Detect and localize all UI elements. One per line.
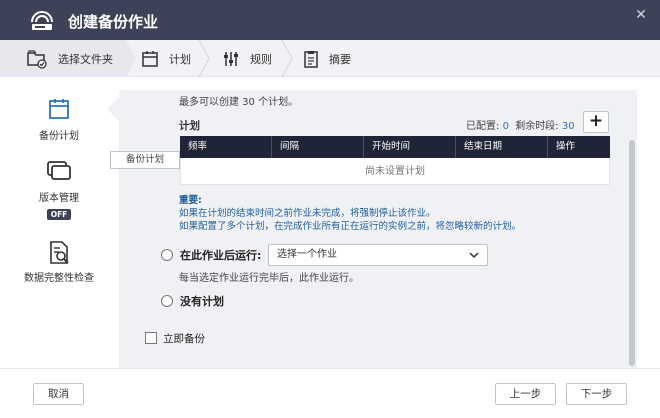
step-label: 计划	[169, 52, 191, 66]
panel-scrollbar[interactable]	[629, 140, 635, 366]
step-arrow-icon	[198, 40, 210, 77]
no-schedule-radio[interactable]	[161, 295, 173, 307]
important-line: 如果配置了多个计划，在完成作业所有正在运行的实例之前，将忽略较新的计划。	[179, 221, 522, 232]
step-arrow-icon	[126, 40, 136, 77]
versions-icon	[47, 161, 71, 180]
important-title: 重要:	[179, 195, 202, 206]
important-note: 重要: 如果在计划的结束时间之前作业未完成，将强制停止该作业。 如果配置了多个计…	[179, 194, 521, 233]
run-after-job-select[interactable]: 选择一个作业	[268, 244, 488, 266]
folder-check-icon	[27, 49, 47, 69]
step-label: 规则	[250, 52, 272, 66]
no-schedule-label: 没有计划	[180, 295, 224, 308]
column-header-start-time[interactable]: 开始时间	[364, 136, 456, 158]
column-header-interval[interactable]: 间隔	[272, 136, 364, 158]
step-select-folder[interactable]: 选择文件夹	[26, 40, 113, 77]
panel-pointer	[107, 97, 119, 121]
run-after-hint: 每当选定作业运行完毕后，此作业运行。	[179, 273, 359, 284]
sidebar: 备份计划 版本管理 OFF 数据完整性检查	[0, 77, 118, 367]
sidebar-item-label: 备份计划	[39, 131, 79, 142]
tooltip: 备份计划	[110, 151, 180, 169]
column-header-actions: 操作	[556, 141, 576, 152]
run-after-label: 在此作业后运行:	[180, 249, 262, 262]
remaining-value: 30	[561, 121, 575, 132]
important-line: 如果在计划的结束时间之前作业未完成，将强制停止该作业。	[179, 208, 436, 219]
clipboard-icon	[304, 50, 318, 68]
title-bar: 创建备份作业 ✕	[0, 0, 660, 40]
sidebar-item-label: 版本管理	[39, 193, 79, 204]
schedule-table: 频率 间隔 开始时间 结束日期 操作 尚未设置计划	[180, 136, 610, 185]
schedule-limit-text: 最多可以创建 30 个计划。	[179, 97, 299, 108]
sliders-icon	[224, 51, 238, 66]
next-button[interactable]: 下一步	[566, 383, 627, 405]
backup-now-checkbox[interactable]	[145, 332, 157, 344]
footer-divider	[0, 368, 660, 369]
sidebar-item-data-integrity-check[interactable]: 数据完整性检查	[0, 240, 118, 286]
column-header-frequency[interactable]: 频率	[180, 136, 272, 158]
configured-label: 已配置:	[466, 121, 500, 132]
step-schedule[interactable]: 计划	[141, 40, 191, 77]
column-header-end-date[interactable]: 结束日期	[456, 136, 548, 158]
sidebar-item-version-management[interactable]: 版本管理 OFF	[0, 159, 118, 220]
step-label: 摘要	[329, 52, 351, 66]
add-schedule-button[interactable]: +	[583, 111, 609, 133]
backup-now-label: 立即备份	[163, 333, 205, 345]
remaining-label: 剩余时段:	[515, 121, 559, 132]
previous-button[interactable]: 上一步	[495, 383, 556, 405]
sidebar-item-backup-schedule[interactable]: 备份计划	[0, 97, 118, 142]
step-label: 选择文件夹	[58, 52, 113, 66]
wizard-steps: 选择文件夹 计划 规则 摘要	[0, 40, 660, 77]
calendar-icon	[49, 99, 69, 119]
step-summary[interactable]: 摘要	[303, 40, 351, 77]
close-button[interactable]: ✕	[632, 6, 650, 24]
step-rules[interactable]: 规则	[222, 40, 272, 77]
schedule-counts: 已配置: 0 剩余时段: 30	[466, 117, 575, 132]
sidebar-item-label: 数据完整性检查	[24, 273, 94, 284]
calendar-icon	[142, 50, 158, 67]
table-empty-row: 尚未设置计划	[180, 158, 610, 185]
off-badge: OFF	[46, 209, 72, 220]
backup-app-icon	[31, 11, 53, 30]
run-after-radio[interactable]	[161, 249, 173, 261]
select-value: 选择一个作业	[277, 249, 337, 260]
window-title: 创建备份作业	[68, 13, 159, 31]
schedule-section-title: 计划	[179, 120, 200, 132]
configured-value: 0	[502, 121, 509, 132]
step-arrow-icon	[281, 40, 293, 77]
chevron-down-icon	[469, 252, 479, 259]
table-header: 频率 间隔 开始时间 结束日期 操作	[180, 136, 610, 158]
document-search-icon	[50, 241, 69, 264]
cancel-button[interactable]: 取消	[33, 383, 84, 405]
